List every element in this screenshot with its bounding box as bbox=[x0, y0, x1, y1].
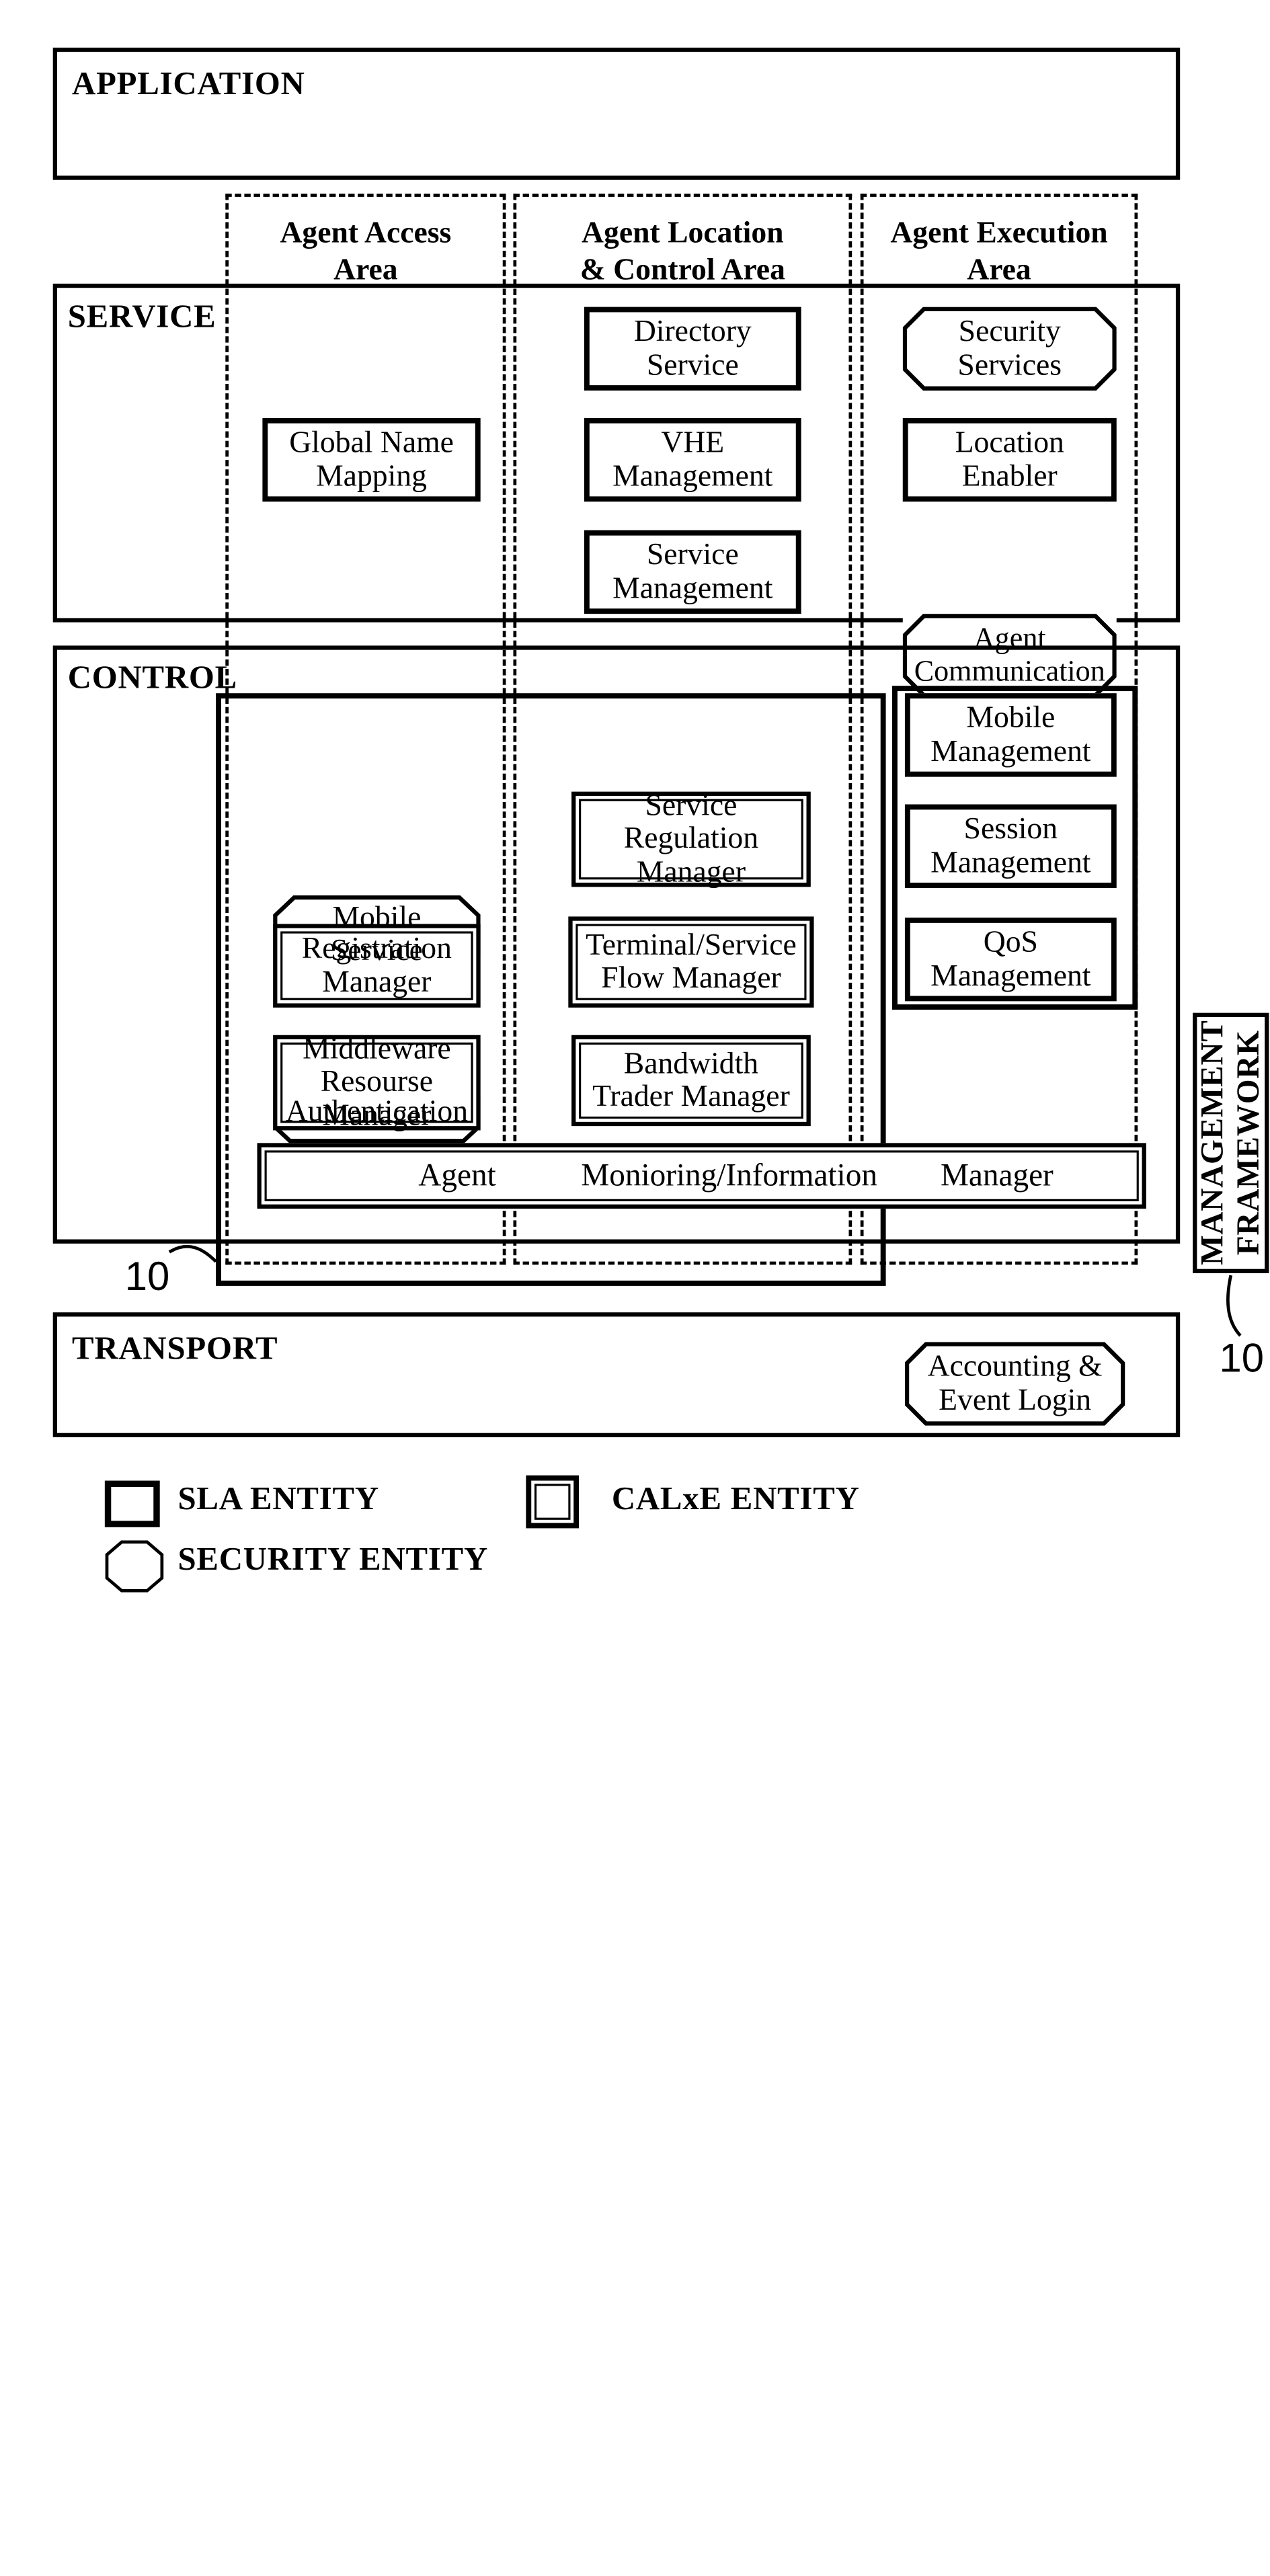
entity-label: Mobile Service bbox=[330, 900, 423, 967]
entity-accounting-event-login[interactable]: Accounting & Event Login bbox=[904, 1342, 1125, 1426]
entity-label: Service Regulation Manager bbox=[623, 788, 759, 889]
entity-qos-management[interactable]: QoS Management bbox=[904, 917, 1117, 1002]
legend-label-sla: SLA ENTITY bbox=[177, 1479, 379, 1517]
reference-numeral-10-left: 10 bbox=[124, 1255, 170, 1300]
entity-label: Location Enabler bbox=[955, 426, 1064, 493]
entity-mobile-management[interactable]: Mobile Management bbox=[904, 693, 1117, 777]
bar-cell-monitoring-information: Monioring/Information bbox=[581, 1158, 877, 1193]
entity-label: Directory Service bbox=[633, 314, 752, 382]
entity-label: VHE Management bbox=[612, 426, 773, 493]
octagon-icon bbox=[105, 1540, 164, 1593]
entity-label: Agent Communication bbox=[914, 622, 1105, 688]
bar-cell-agent: Agent bbox=[418, 1158, 496, 1193]
service-layer-label: SERVICE bbox=[67, 297, 216, 335]
entity-label: Global Name Mapping bbox=[289, 426, 454, 493]
bar-cell-manager: Manager bbox=[940, 1158, 1054, 1193]
entity-vhe-management[interactable]: VHE Management bbox=[584, 417, 801, 502]
entity-agent-monitoring-information-manager-bar[interactable]: Agent Monioring/Information Manager bbox=[257, 1143, 1146, 1209]
legend-swatch-calxe bbox=[526, 1475, 580, 1529]
entity-agent-communication[interactable]: Agent Communication bbox=[902, 614, 1117, 698]
management-framework-label: MANAGEMENT FRAMEWORK bbox=[1195, 1020, 1266, 1266]
management-framework-box[interactable]: MANAGEMENT FRAMEWORK bbox=[1193, 1012, 1269, 1273]
figure-canvas: APPLICATION Agent Access Area Agent Locat… bbox=[0, 0, 1270, 1636]
control-layer-label: CONTROL bbox=[67, 658, 238, 696]
legend-swatch-sla bbox=[104, 1480, 160, 1527]
area-title-agent-access: Agent Access Area bbox=[280, 216, 452, 288]
entity-session-management[interactable]: Session Management bbox=[904, 804, 1117, 888]
entity-label: Mobile Management bbox=[930, 700, 1091, 768]
entity-label: Accounting & Event Login bbox=[927, 1349, 1103, 1417]
entity-label: Terminal/Service Flow Manager bbox=[586, 928, 797, 995]
entity-label: Bandwidth Trader Manager bbox=[592, 1046, 790, 1114]
area-title-agent-location-control: Agent Location & Control Area bbox=[580, 216, 785, 288]
entity-location-enabler[interactable]: Location Enabler bbox=[902, 417, 1117, 502]
legend-label-calxe: CALxE ENTITY bbox=[611, 1479, 860, 1517]
transport-layer-label: TRANSPORT bbox=[72, 1329, 278, 1367]
application-layer-label: APPLICATION bbox=[72, 65, 305, 102]
entity-directory-service[interactable]: Directory Service bbox=[584, 307, 801, 391]
entity-label: QoS Management bbox=[930, 925, 1091, 992]
entity-terminal-service-flow-manager[interactable]: Terminal/Service Flow Manager bbox=[568, 916, 814, 1008]
reference-numeral-10-right: 10 bbox=[1219, 1336, 1264, 1381]
entity-label: Security Services bbox=[957, 314, 1062, 382]
entity-label: Session Management bbox=[930, 811, 1091, 879]
entity-global-name-mapping[interactable]: Global Name Mapping bbox=[262, 417, 481, 502]
entity-service-regulation-manager[interactable]: Service Regulation Manager bbox=[571, 788, 811, 889]
entity-bandwidth-trader-manager[interactable]: Bandwidth Trader Manager bbox=[571, 1035, 811, 1127]
legend-label-security: SECURITY ENTITY bbox=[177, 1539, 488, 1577]
area-title-agent-execution: Agent Execution Area bbox=[890, 216, 1108, 288]
application-layer-box: APPLICATION bbox=[52, 47, 1181, 180]
entity-security-services[interactable]: Security Services bbox=[902, 307, 1117, 391]
entity-label: Authentication bbox=[285, 1094, 469, 1129]
entity-label: Service Management bbox=[612, 538, 773, 605]
entity-service-management[interactable]: Service Management bbox=[584, 530, 801, 614]
legend-swatch-security bbox=[105, 1540, 164, 1593]
